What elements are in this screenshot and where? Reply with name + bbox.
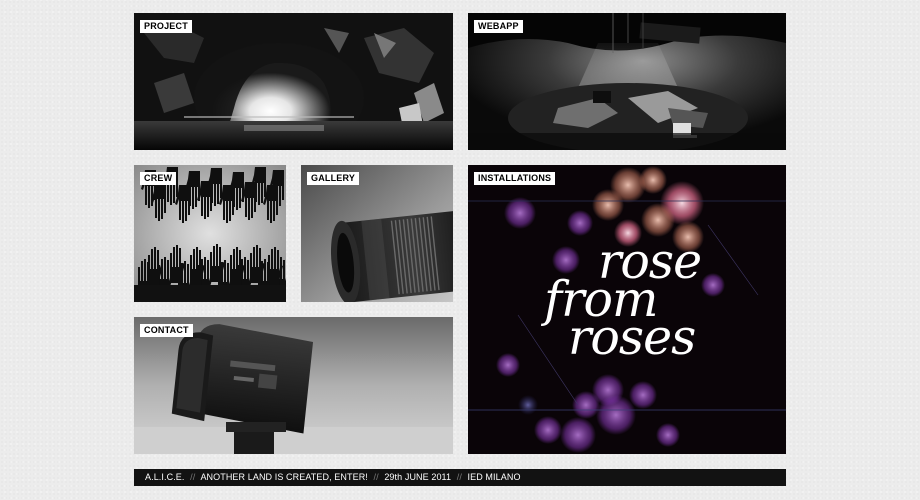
gallery-lens-image bbox=[301, 165, 453, 302]
crew-hands-image bbox=[134, 165, 286, 302]
gallery-label: GALLERY bbox=[307, 172, 360, 185]
project-tile[interactable]: PROJECT bbox=[134, 13, 453, 150]
footer-bar: A.L.I.C.E. // ANOTHER LAND IS CREATED, E… bbox=[134, 469, 786, 486]
webapp-image bbox=[468, 13, 786, 150]
footer-part-school: IED MILANO bbox=[467, 472, 521, 482]
rose-from-roses-title: rose from roses bbox=[538, 237, 728, 362]
footer-separator: // bbox=[456, 472, 462, 482]
footer-part-tagline: ANOTHER LAND IS CREATED, ENTER! bbox=[200, 472, 368, 482]
contact-mailbox-image bbox=[134, 317, 453, 454]
footer-separator: // bbox=[373, 472, 379, 482]
installations-label: INSTALLATIONS bbox=[474, 172, 556, 185]
contact-tile[interactable]: CONTACT bbox=[134, 317, 453, 454]
footer-separator: // bbox=[190, 472, 196, 482]
crew-tile[interactable]: CREW bbox=[134, 165, 286, 302]
webapp-label: WEBAPP bbox=[474, 20, 523, 33]
installations-tile[interactable]: INSTALLATIONS rose from roses bbox=[468, 165, 786, 454]
footer-part-alice: A.L.I.C.E. bbox=[145, 472, 185, 482]
crew-label: CREW bbox=[140, 172, 177, 185]
gallery-tile[interactable]: GALLERY bbox=[301, 165, 453, 302]
project-label: PROJECT bbox=[140, 20, 192, 33]
footer-part-date: 29th JUNE 2011 bbox=[384, 472, 452, 482]
contact-label: CONTACT bbox=[140, 324, 193, 337]
project-cave-image bbox=[134, 13, 453, 150]
webapp-tile[interactable]: WEBAPP bbox=[468, 13, 786, 150]
